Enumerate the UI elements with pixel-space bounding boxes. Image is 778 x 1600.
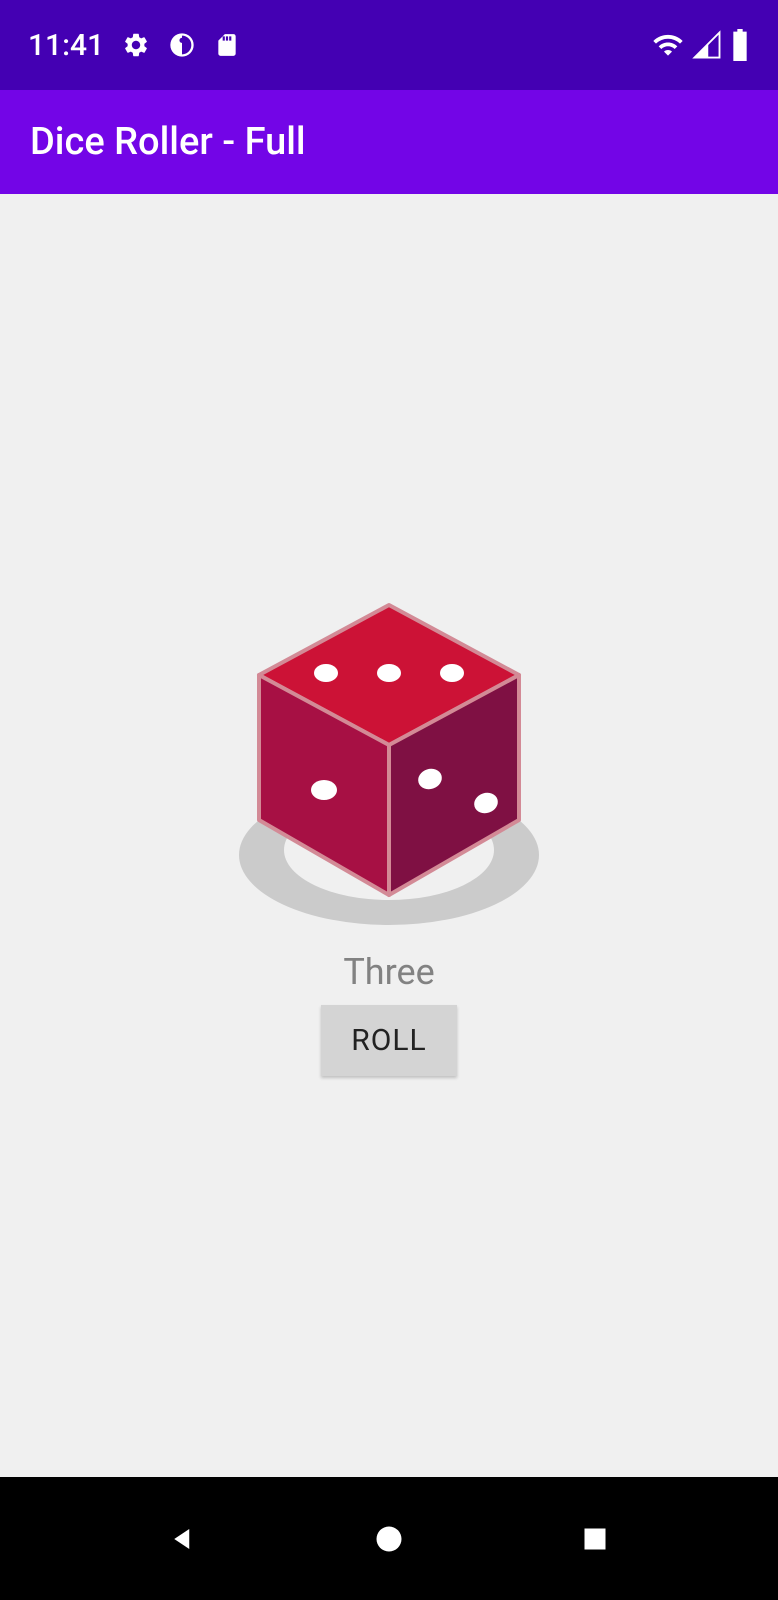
circle-notch-icon (168, 31, 196, 59)
app-bar: Dice Roller - Full (0, 90, 778, 194)
app-title: Dice Roller - Full (30, 120, 306, 164)
nav-overview-button[interactable] (565, 1509, 625, 1569)
status-left-group: 11:41 (28, 28, 240, 63)
battery-icon (730, 29, 750, 61)
nav-back-button[interactable] (153, 1509, 213, 1569)
dice-result-label: Three (343, 951, 434, 993)
nav-home-button[interactable] (359, 1509, 419, 1569)
status-time: 11:41 (28, 28, 104, 63)
status-right-group (652, 29, 750, 61)
roll-button[interactable]: ROLL (321, 1005, 456, 1076)
main-content: Three ROLL (0, 194, 778, 1477)
dice-image (224, 595, 554, 935)
navigation-bar (0, 1477, 778, 1600)
wifi-icon (652, 29, 684, 61)
cellular-signal-icon (692, 30, 722, 60)
gear-icon (122, 31, 150, 59)
dice-container: Three ROLL (224, 595, 554, 1076)
sd-card-icon (214, 32, 240, 58)
status-bar: 11:41 (0, 0, 778, 90)
